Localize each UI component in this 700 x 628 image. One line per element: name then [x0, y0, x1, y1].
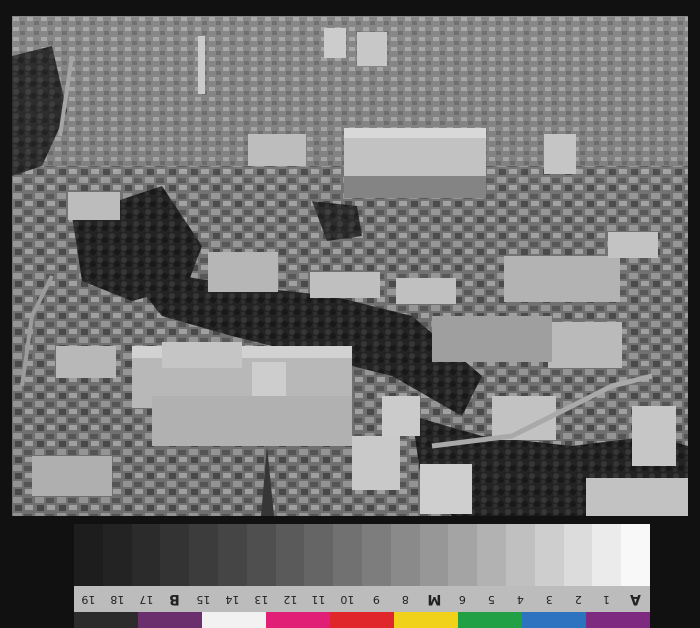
- color-swatch: [202, 612, 266, 628]
- gray-step: [419, 524, 449, 586]
- scale-label: 4: [516, 593, 524, 606]
- color-swatch: [586, 612, 650, 628]
- scale-label: 14: [225, 593, 240, 606]
- color-swatch: [138, 612, 202, 628]
- color-swatch: [522, 612, 586, 628]
- gray-step: [563, 524, 593, 586]
- scale-label: 18: [110, 593, 125, 606]
- color-swatch: [330, 612, 394, 628]
- scale-label: 17: [139, 593, 153, 606]
- gray-step: [621, 524, 650, 586]
- gray-step: [448, 524, 478, 586]
- color-swatch: [458, 612, 522, 628]
- scale-label: 1: [603, 593, 611, 606]
- scale-label: 6: [459, 593, 467, 606]
- gray-step: [505, 524, 535, 586]
- color-swatch-bar: [74, 612, 650, 628]
- aerial-photo-illustration: [12, 16, 688, 516]
- scale-number-row: 19 18 17 B 15 14 13 12 11 10 9 8 M 6 5 4 3 2 1 A: [74, 586, 650, 612]
- gray-step: [592, 524, 622, 586]
- gray-step: [217, 524, 247, 586]
- gray-step: [333, 524, 362, 586]
- gray-step: [74, 524, 103, 586]
- scale-label: B: [169, 591, 181, 607]
- scale-label: 2: [574, 593, 582, 606]
- scale-label: 15: [196, 593, 211, 606]
- color-swatch: [394, 612, 458, 628]
- gray-step: [246, 524, 276, 586]
- gray-step: [304, 524, 334, 586]
- gray-step: [477, 524, 506, 586]
- gray-step: [102, 524, 132, 586]
- scale-label: M: [427, 591, 441, 607]
- scale-label: 3: [545, 593, 553, 606]
- scale-label: 8: [401, 593, 409, 606]
- color-swatch: [266, 612, 330, 628]
- gray-step: [275, 524, 305, 586]
- scale-label: A: [630, 591, 641, 607]
- gray-step: [390, 524, 420, 586]
- gray-step: [131, 524, 161, 586]
- scale-label: 13: [254, 593, 269, 606]
- scan-frame: 19 18 17 B 15 14 13 12 11 10 9 8 M 6 5 4 3 2 1 A: [0, 0, 700, 628]
- gray-scale-steps: [74, 524, 650, 586]
- gray-step: [189, 524, 218, 586]
- gray-step: [160, 524, 190, 586]
- color-swatch: [74, 612, 138, 628]
- aerial-city-photo: [12, 16, 688, 516]
- scale-label: 11: [311, 593, 326, 606]
- scale-label: 19: [81, 593, 96, 606]
- scale-label: 5: [488, 593, 496, 606]
- scale-label: 9: [372, 593, 380, 606]
- color-scale-card: 19 18 17 B 15 14 13 12 11 10 9 8 M 6 5 4 3 2 1 A: [74, 524, 650, 628]
- gray-step: [534, 524, 564, 586]
- gray-step: [361, 524, 391, 586]
- scale-label: 10: [340, 593, 355, 606]
- scale-label: 12: [282, 593, 297, 606]
